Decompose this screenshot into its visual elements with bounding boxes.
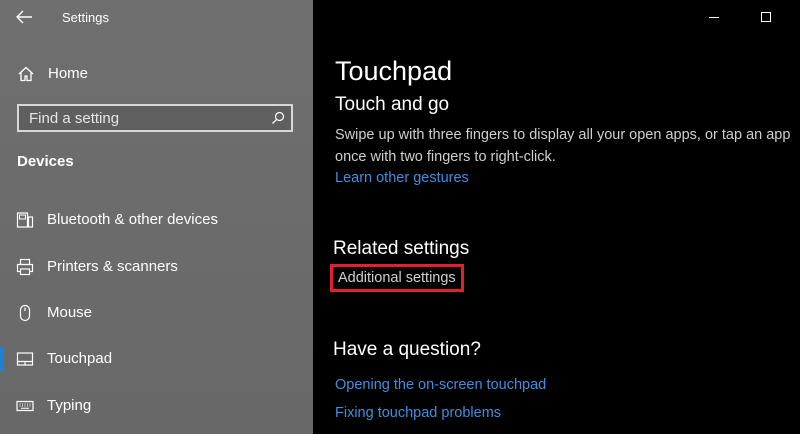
fix-touchpad-link[interactable]: Fixing touchpad problems xyxy=(335,405,501,421)
sidebar-item-printers[interactable]: Printers & scanners xyxy=(0,247,313,287)
sidebar-item-label: Touchpad xyxy=(47,350,113,367)
selected-indicator xyxy=(0,347,4,371)
sidebar-item-label: Typing xyxy=(47,397,92,414)
sidebar-item-touchpad[interactable]: Touchpad xyxy=(0,339,313,379)
page-title: Touchpad xyxy=(335,56,453,86)
onscreen-touchpad-link[interactable]: Opening the on-screen touchpad xyxy=(335,377,546,393)
sidebar-item-label: Printers & scanners xyxy=(47,258,178,275)
back-arrow-icon[interactable] xyxy=(14,8,34,26)
minimize-icon[interactable] xyxy=(706,9,722,25)
touch-and-go-description: Swipe up with three fingers to display a… xyxy=(335,127,791,165)
sidebar-item-mouse[interactable]: Mouse xyxy=(0,293,313,333)
window-controls xyxy=(680,0,800,34)
maximize-icon[interactable] xyxy=(758,9,774,25)
related-settings-heading: Related settings xyxy=(333,238,470,259)
search-icon[interactable] xyxy=(271,111,285,125)
keyboard-icon xyxy=(16,400,34,412)
search-box[interactable] xyxy=(17,104,293,132)
section-title-devices: Devices xyxy=(17,153,74,170)
home-icon xyxy=(18,66,34,82)
main-content: Touchpad Touch and go Swipe up with thre… xyxy=(313,0,800,434)
learn-gestures-link[interactable]: Learn other gestures xyxy=(335,170,469,186)
sidebar-item-typing[interactable]: Typing xyxy=(0,386,313,426)
sidebar-item-label: Home xyxy=(48,65,89,82)
touchpad-icon xyxy=(16,352,34,366)
additional-settings-link[interactable]: Additional settings xyxy=(330,264,464,292)
touch-and-go-heading: Touch and go xyxy=(335,94,450,115)
sidebar-item-label: Bluetooth & other devices xyxy=(47,211,218,228)
sidebar-item-home[interactable]: Home xyxy=(0,58,313,90)
sidebar: Settings Home Devices Bluetooth & other … xyxy=(0,0,313,434)
mouse-icon xyxy=(19,304,31,322)
titlebar-left: Settings xyxy=(0,0,313,34)
question-heading: Have a question? xyxy=(333,339,481,360)
bluetooth-device-icon xyxy=(16,212,34,228)
sidebar-item-label: Mouse xyxy=(47,304,93,321)
search-input[interactable] xyxy=(29,109,259,127)
sidebar-item-bluetooth[interactable]: Bluetooth & other devices xyxy=(0,200,313,240)
printer-icon xyxy=(16,258,34,276)
app-title: Settings xyxy=(62,10,109,25)
